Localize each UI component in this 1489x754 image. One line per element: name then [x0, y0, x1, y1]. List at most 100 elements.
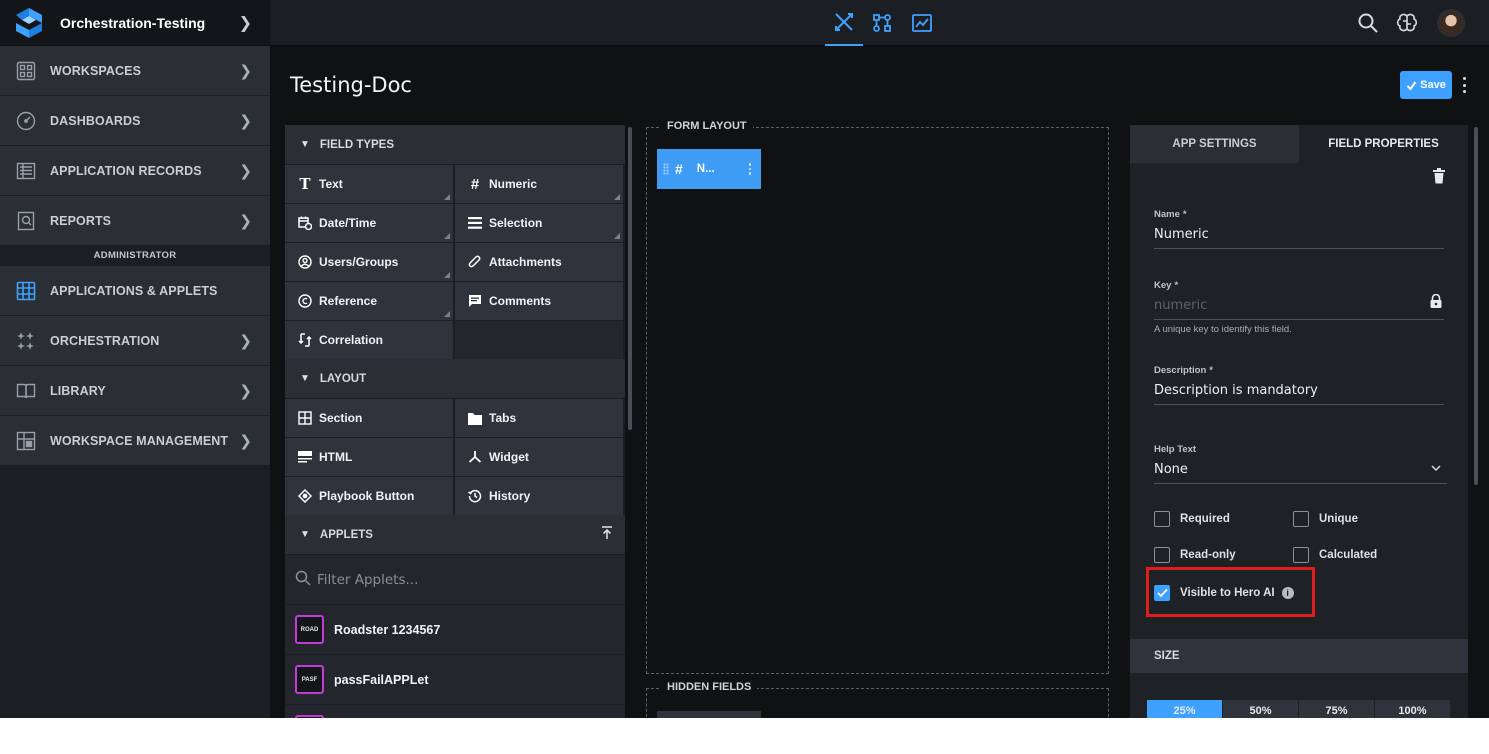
- hidden-field-item[interactable]: [657, 711, 761, 718]
- size-option-25[interactable]: 25%: [1147, 700, 1222, 718]
- field-palette: ▼ FIELD TYPES T Text # Numeric Date/Time: [285, 125, 625, 718]
- properties-scrollbar[interactable]: [1474, 127, 1478, 485]
- page-title: Testing-Doc: [290, 73, 412, 97]
- field-type-text[interactable]: T Text: [285, 165, 453, 203]
- size-option-100[interactable]: 100%: [1375, 700, 1450, 718]
- checkbox-box[interactable]: [1154, 547, 1170, 563]
- field-type-label: Selection: [489, 216, 543, 230]
- field-types-header[interactable]: ▼ FIELD TYPES: [285, 125, 625, 165]
- layout-section[interactable]: Section: [285, 399, 453, 437]
- design-icon: [835, 13, 853, 31]
- form-layout-area[interactable]: FORM LAYOUT # N...: [646, 120, 1109, 674]
- caret-down-icon: ▼: [300, 529, 310, 540]
- workflow-icon: [873, 14, 891, 32]
- widget-icon: [467, 449, 483, 465]
- checkbox-box[interactable]: [1293, 547, 1309, 563]
- field-type-numeric[interactable]: # Numeric: [455, 165, 623, 203]
- layout-tabs[interactable]: Tabs: [455, 399, 623, 437]
- applet-filter-input[interactable]: [317, 571, 597, 588]
- description-field: Description * Description is mandatory: [1154, 365, 1444, 405]
- workflow-mode-button[interactable]: [863, 0, 901, 46]
- sidebar-item-library[interactable]: LIBRARY ❯: [0, 366, 270, 416]
- workspace-switcher[interactable]: Orchestration-Testing ❯: [0, 0, 270, 46]
- hidden-fields-area[interactable]: HIDDEN FIELDS: [646, 681, 1109, 718]
- required-asterisk: *: [1174, 280, 1179, 291]
- help-text-select[interactable]: None: [1154, 462, 1447, 484]
- calculated-label: Calculated: [1319, 549, 1378, 561]
- palette-scrollbar[interactable]: [628, 127, 632, 430]
- key-hint: A unique key to identify this field.: [1154, 324, 1292, 335]
- preview-mode-button[interactable]: [903, 0, 941, 46]
- layout-label: HTML: [319, 450, 353, 464]
- calculated-checkbox[interactable]: Calculated: [1293, 547, 1377, 563]
- trash-icon[interactable]: [1432, 168, 1446, 184]
- field-type-attachments[interactable]: Attachments: [455, 243, 623, 281]
- chevron-right-icon: ❯: [239, 332, 252, 350]
- chevron-down-icon[interactable]: [1431, 461, 1441, 475]
- read-only-checkbox[interactable]: Read-only: [1154, 547, 1236, 563]
- comment-icon: [467, 293, 483, 309]
- sidebar-item-workspace-management[interactable]: WORKSPACE MANAGEMENT ❯: [0, 416, 270, 466]
- more-options-icon[interactable]: [1459, 75, 1469, 95]
- list-icon: [467, 215, 483, 231]
- sidebar-item-applications-applets[interactable]: APPLICATIONS & APPLETS: [0, 266, 270, 316]
- sparkle-icon: [15, 330, 37, 352]
- sidebar-item-label: WORKSPACE MANAGEMENT: [50, 433, 229, 448]
- avatar[interactable]: [1437, 9, 1465, 37]
- sidebar-item-orchestration[interactable]: ORCHESTRATION ❯: [0, 316, 270, 366]
- field-type-users-groups[interactable]: Users/Groups: [285, 243, 453, 281]
- correlation-icon: [297, 332, 313, 348]
- paperclip-icon: [467, 254, 483, 270]
- tab-app-settings[interactable]: APP SETTINGS: [1130, 125, 1299, 163]
- field-type-comments[interactable]: Comments: [455, 282, 623, 320]
- checkbox-box[interactable]: [1154, 511, 1170, 527]
- layout-widget[interactable]: Widget: [455, 438, 623, 476]
- tab-field-properties[interactable]: FIELD PROPERTIES: [1299, 125, 1468, 163]
- applets-title: APPLETS: [319, 528, 373, 541]
- required-asterisk: *: [1209, 365, 1213, 376]
- field-type-selection[interactable]: Selection: [455, 204, 623, 242]
- sidebar-item-workspaces[interactable]: WORKSPACES ❯: [0, 46, 270, 96]
- design-mode-button[interactable]: [825, 0, 863, 46]
- save-button[interactable]: Save: [1400, 71, 1452, 99]
- applet-badge: ROAD: [295, 615, 324, 644]
- chevron-right-icon: ❯: [239, 212, 252, 230]
- sidebar-item-reports[interactable]: REPORTS ❯: [0, 196, 270, 246]
- unique-checkbox[interactable]: Unique: [1293, 511, 1358, 527]
- hidden-fields-title: HIDDEN FIELDS: [661, 681, 758, 693]
- size-option-75[interactable]: 75%: [1299, 700, 1374, 718]
- checkbox-box[interactable]: [1293, 511, 1309, 527]
- applet-item[interactable]: ROAD Roadster 1234567: [285, 605, 625, 655]
- ai-assistant-button[interactable]: [1394, 10, 1420, 36]
- sidebar-item-dashboards[interactable]: DASHBOARDS ❯: [0, 96, 270, 146]
- applets-header[interactable]: ▼ APPLETS: [285, 515, 625, 555]
- required-asterisk: *: [1182, 209, 1187, 220]
- expand-corner-icon: [444, 233, 450, 239]
- name-field: Name * Numeric: [1154, 209, 1444, 249]
- required-checkbox[interactable]: Required: [1154, 511, 1230, 527]
- search-button[interactable]: [1355, 10, 1381, 36]
- field-type-correlation[interactable]: Correlation: [285, 321, 453, 359]
- name-input[interactable]: Numeric: [1154, 227, 1444, 249]
- layout-html[interactable]: HTML: [285, 438, 453, 476]
- gauge-icon: [15, 110, 37, 132]
- search-icon: [295, 570, 311, 589]
- layout-history[interactable]: History: [455, 477, 623, 515]
- applet-item[interactable]: PASF passFailAPPLet: [285, 655, 625, 705]
- caret-down-icon: ▼: [300, 139, 310, 150]
- layout-header[interactable]: ▼ LAYOUT: [285, 359, 625, 399]
- size-option-50[interactable]: 50%: [1223, 700, 1298, 718]
- key-field-label: Key: [1154, 280, 1172, 291]
- field-menu-icon[interactable]: [748, 163, 751, 175]
- description-input[interactable]: Description is mandatory: [1154, 383, 1444, 405]
- applet-item[interactable]: [285, 705, 625, 718]
- field-type-reference[interactable]: Reference: [285, 282, 453, 320]
- field-type-datetime[interactable]: Date/Time: [285, 204, 453, 242]
- size-section-title: SIZE: [1130, 639, 1468, 673]
- sidebar-item-application-records[interactable]: APPLICATION RECORDS ❯: [0, 146, 270, 196]
- layout-playbook-button[interactable]: Playbook Button: [285, 477, 453, 515]
- form-field-numeric[interactable]: # N...: [657, 149, 761, 189]
- drag-handle-icon[interactable]: [663, 163, 669, 175]
- form-layout-title: FORM LAYOUT: [661, 120, 753, 132]
- collapse-to-top-icon[interactable]: [601, 526, 613, 543]
